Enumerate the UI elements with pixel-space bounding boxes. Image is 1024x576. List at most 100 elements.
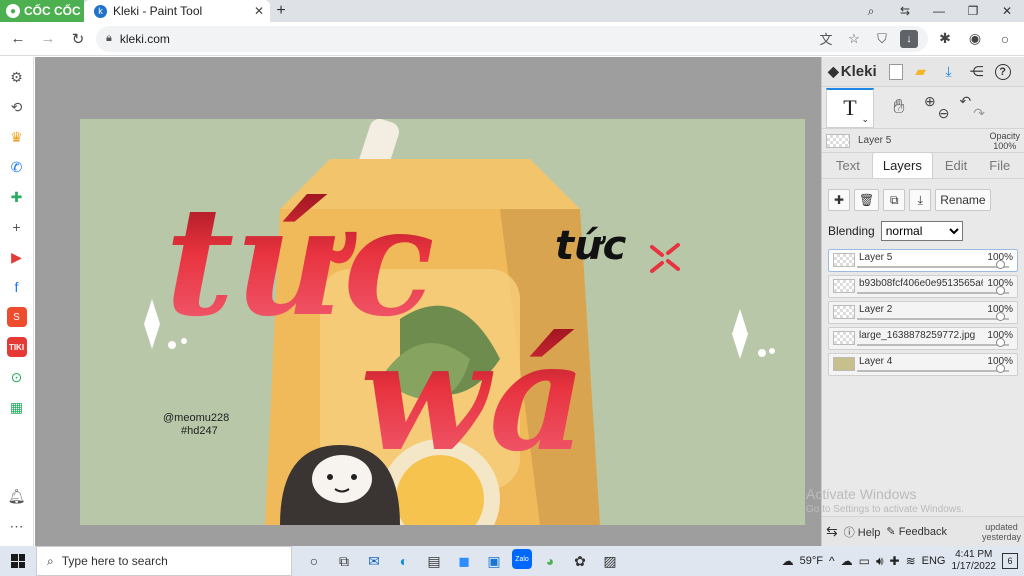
feedback-button[interactable]: ✎ Feedback [886, 525, 947, 538]
cortana-icon[interactable]: ○ [302, 549, 326, 573]
reload-button[interactable]: ↻ [66, 27, 90, 51]
bookmark-star-icon[interactable]: ☆ [844, 31, 864, 47]
notification-bell-icon[interactable]: 🔔︎ [7, 486, 27, 506]
import-folder-icon[interactable]: ▰ [911, 62, 931, 82]
layer-opacity-slider[interactable] [857, 364, 1009, 373]
battery-icon[interactable]: ▭ [859, 554, 870, 568]
chevron-up-icon[interactable]: ^ [829, 554, 835, 568]
clock[interactable]: 4:41 PM 1/17/2022 [952, 549, 997, 573]
save-download-icon[interactable]: ⤓ [939, 62, 959, 82]
zalo-icon[interactable]: Zalo [512, 549, 532, 569]
undo-icon[interactable]: ↶ [959, 93, 971, 122]
photos-icon[interactable]: ▨ [598, 549, 622, 573]
coccoc-browser-icon[interactable]: ◕ [538, 549, 562, 573]
notifications-button[interactable]: 6 [1002, 553, 1018, 569]
address-bar[interactable]: 🔒︎ kleki.com 文 ☆ ⛉ ↓ [96, 25, 928, 52]
profile-icon[interactable]: ◉ [964, 28, 986, 50]
slider-knob[interactable] [996, 364, 1005, 373]
layer-row[interactable]: b93b08fcf406e0e9513565a62 100% [828, 275, 1018, 298]
help-icon[interactable]: ? [994, 63, 1011, 80]
coccoc-map-icon[interactable]: ⊙ [7, 367, 27, 387]
redo-icon[interactable]: ↷ [973, 105, 985, 122]
wifi-icon[interactable]: ≋ [906, 554, 916, 568]
back-button[interactable]: ← [6, 27, 30, 51]
slider-knob[interactable] [996, 312, 1005, 321]
new-image-icon[interactable] [888, 63, 903, 80]
layer-opacity-slider[interactable] [857, 338, 1009, 347]
start-button[interactable] [0, 546, 36, 576]
tab-kleki[interactable]: k Kleki - Paint Tool ✕ [84, 0, 270, 22]
vpn-icon[interactable]: ✚ [890, 554, 900, 568]
share-icon[interactable]: ⋲ [967, 62, 987, 82]
tab-layers[interactable]: Layers [871, 152, 933, 178]
slider-knob[interactable] [996, 338, 1005, 347]
messenger-icon[interactable]: ✆ [7, 157, 27, 177]
taskbar-search[interactable]: ⌕ Type here to search [36, 546, 292, 576]
language-indicator[interactable]: ENG [922, 555, 946, 567]
duplicate-layer-icon[interactable]: ⧉ [883, 189, 906, 211]
restore-button[interactable]: ❐ [956, 0, 990, 22]
shield-icon[interactable]: ⛉ [872, 31, 892, 47]
more-dots-icon[interactable]: ⋯ [7, 516, 27, 536]
extensions-icon[interactable]: ✱ [934, 28, 956, 50]
layer-opacity-slider[interactable] [857, 286, 1009, 295]
coccoc-menu-button[interactable]: ● CỐC CỐC [0, 0, 84, 22]
game-controller-icon[interactable]: ✚ [7, 187, 27, 207]
forward-button[interactable]: → [36, 27, 60, 51]
tab-edit[interactable]: Edit [935, 153, 977, 178]
mail-icon[interactable]: ✉ [362, 549, 386, 573]
text-tool-button[interactable]: T ⌄ [826, 87, 874, 128]
layer-row[interactable]: Layer 5 100% [828, 249, 1018, 272]
kleki-logo[interactable]: ◆ Kleki [828, 63, 877, 80]
tiki-icon[interactable]: TIKI [6, 337, 27, 357]
spreadsheet-icon[interactable]: ▦ [7, 397, 27, 417]
onedrive-icon[interactable]: ☁ [841, 554, 853, 568]
rename-button[interactable]: Rename [935, 189, 991, 211]
slider-knob[interactable] [996, 286, 1005, 295]
layer-row[interactable]: large_1638878259772.jpg 100% [828, 327, 1018, 350]
layer-row[interactable]: Layer 2 100% [828, 301, 1018, 324]
updated-note[interactable]: updated yesterday [982, 522, 1021, 542]
tab-text[interactable]: Text [826, 153, 870, 178]
edge-icon[interactable]: ◐ [392, 549, 416, 573]
chevron-down-icon[interactable]: ⌄ [861, 114, 869, 125]
slider-knob[interactable] [996, 260, 1005, 269]
add-sidebar-item-icon[interactable]: + [7, 217, 27, 237]
tab-search-icon[interactable]: ⌕ [854, 0, 888, 22]
zoom-icon[interactable]: ◼ [452, 549, 476, 573]
artwork[interactable]: tức wá tức @meomu228 #hd247 [80, 119, 805, 525]
close-tab-icon[interactable]: ✕ [254, 4, 264, 18]
swap-sides-icon[interactable]: ⇆ [826, 523, 838, 540]
history-icon[interactable]: ⟲ [7, 97, 27, 117]
settings-gear-icon[interactable]: ⚙ [7, 67, 27, 87]
add-layer-icon[interactable]: ✚ [828, 189, 850, 211]
minimize-button[interactable]: — [922, 0, 956, 22]
new-tab-button[interactable]: + [270, 0, 292, 22]
layer-opacity-slider[interactable] [857, 260, 1009, 269]
url-text[interactable]: kleki.com [120, 32, 808, 46]
close-window-button[interactable]: ✕ [990, 0, 1024, 22]
store-icon[interactable]: ▣ [482, 549, 506, 573]
circle-menu-icon[interactable]: ○ [994, 28, 1016, 50]
drawing-canvas[interactable]: tức wá tức @meomu228 #hd247 [80, 119, 805, 525]
tab-file[interactable]: File [979, 153, 1020, 178]
back-forward-cache-icon[interactable]: ⇆ [888, 0, 922, 22]
merge-down-icon[interactable]: ⤓ [909, 189, 932, 211]
blending-select[interactable]: normal [880, 221, 963, 241]
volume-icon[interactable]: 🔊︎ [876, 554, 884, 569]
paint-icon[interactable]: ✿ [568, 549, 592, 573]
crown-icon[interactable]: ♛ [7, 127, 27, 147]
facebook-icon[interactable]: f [7, 277, 27, 297]
youtube-icon[interactable]: ▶ [7, 247, 27, 267]
task-view-icon[interactable]: ⧉ [332, 549, 356, 573]
delete-layer-icon[interactable]: 🗑︎ [854, 189, 880, 211]
weather-icon[interactable]: ☁ [782, 554, 794, 568]
zoom-out-icon[interactable]: ⊖ [938, 105, 950, 122]
hand-tool-icon[interactable]: ✋︎ [884, 93, 914, 123]
weather-temp[interactable]: 59°F [800, 555, 823, 567]
file-explorer-icon[interactable]: ▤ [422, 549, 446, 573]
zoom-in-icon[interactable]: ⊕ [924, 93, 936, 122]
layer-row[interactable]: Layer 4 100% [828, 353, 1018, 376]
translate-icon[interactable]: 文 [816, 29, 836, 48]
shopee-icon[interactable]: S [6, 307, 27, 327]
